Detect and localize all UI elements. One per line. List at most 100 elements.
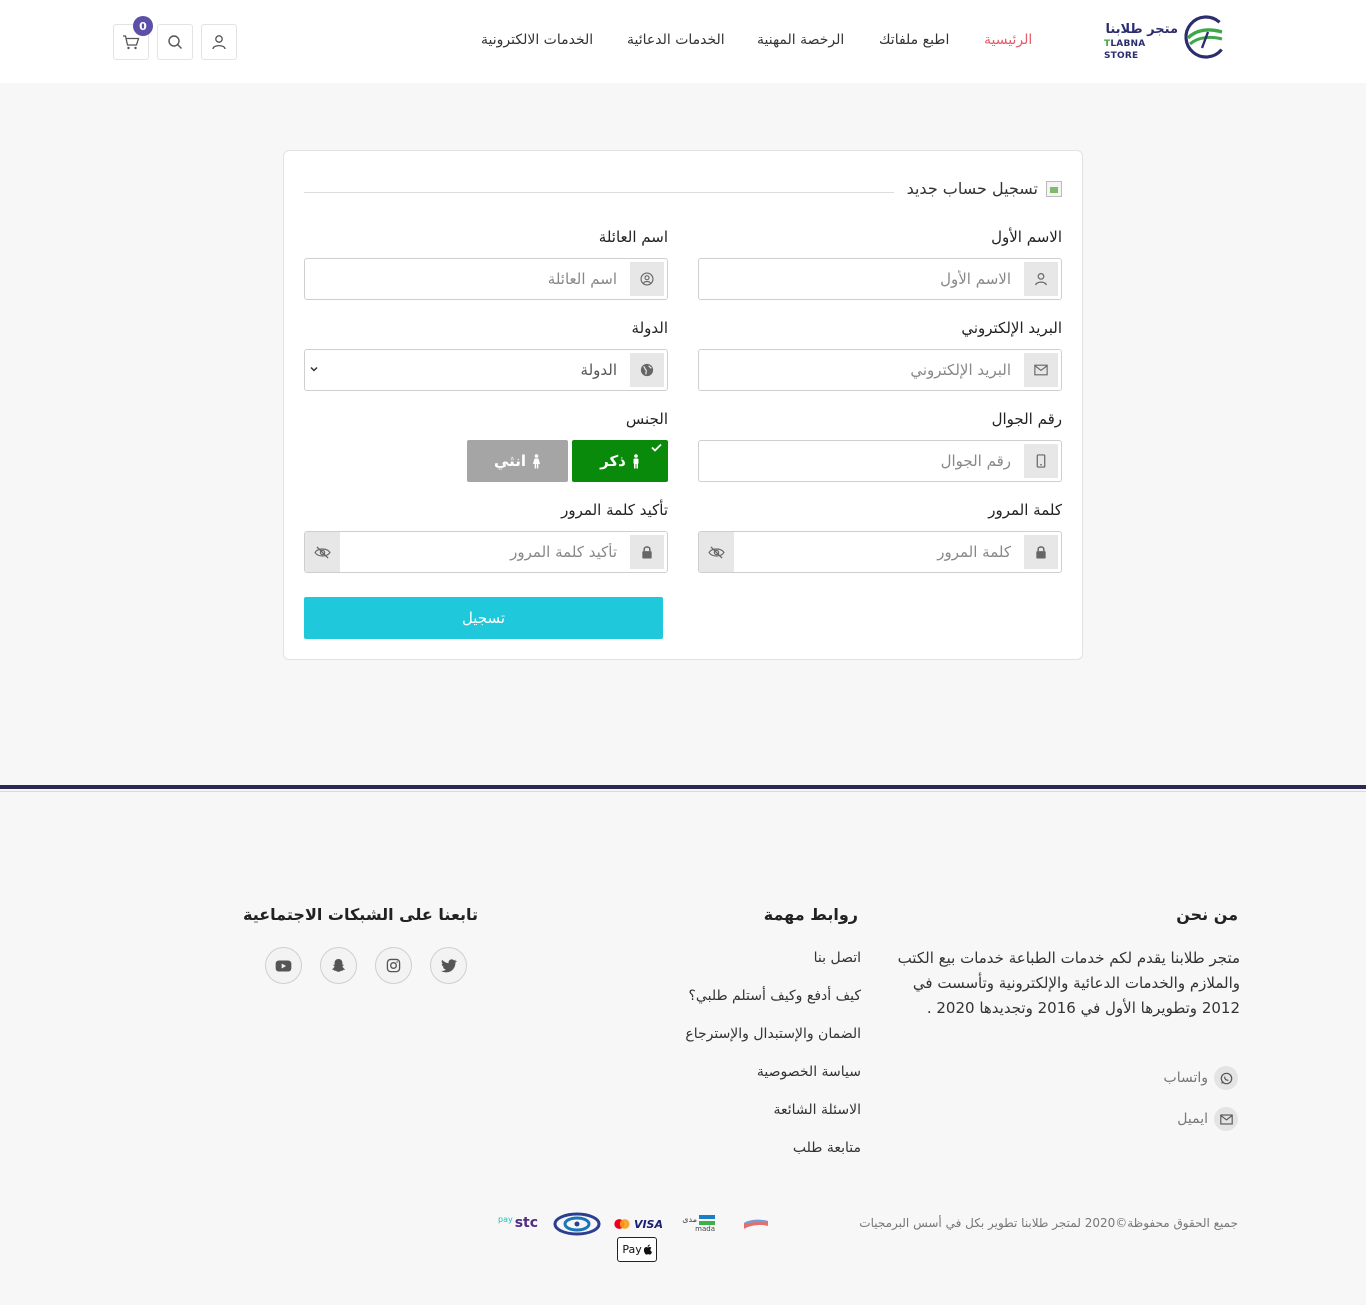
snapchat-icon bbox=[331, 958, 346, 972]
nav-print-files[interactable]: اطبع ملفاتك bbox=[879, 32, 949, 52]
search-icon bbox=[168, 35, 182, 49]
mastercard-icon bbox=[614, 1219, 630, 1229]
gender-female-button[interactable]: انثي bbox=[467, 440, 568, 482]
payment-flag-icon bbox=[741, 1215, 771, 1233]
eye-slash-icon bbox=[708, 545, 725, 559]
logo-text: متجر طلابنا TLABNA STORE bbox=[1104, 22, 1178, 62]
sadad-swirl-icon bbox=[553, 1212, 601, 1236]
mobile-label: رقم الجوال bbox=[991, 410, 1062, 428]
cart-icon bbox=[123, 35, 140, 50]
gender-male-button[interactable]: ذكر bbox=[572, 440, 668, 482]
mobile-phone-icon bbox=[1036, 454, 1046, 468]
stc-pay-label: pay bbox=[497, 1215, 513, 1224]
footer-link-how-to-pay[interactable]: كيف أدفع وكيف أستلم طلبي؟ bbox=[689, 988, 862, 1004]
gender-female-label: انثي bbox=[493, 452, 527, 470]
country-selected-value: الدولة bbox=[580, 361, 617, 379]
confirm-password-input[interactable] bbox=[347, 532, 617, 572]
apple-pay-logo: Pay bbox=[617, 1237, 657, 1262]
last-name-label: اسم العائلة bbox=[598, 228, 668, 246]
password-field bbox=[698, 531, 1062, 573]
country-addon bbox=[630, 353, 664, 387]
youtube-button[interactable] bbox=[265, 947, 302, 984]
footer-link-faq[interactable]: الاسئلة الشائعة bbox=[774, 1102, 862, 1118]
envelope-icon bbox=[1034, 364, 1048, 376]
mada-bars-icon bbox=[699, 1215, 715, 1225]
mobile-addon bbox=[1024, 444, 1058, 478]
email-input[interactable] bbox=[711, 350, 1011, 390]
nav-electronic-services[interactable]: الخدمات الالكترونية bbox=[481, 32, 593, 52]
footer-link-privacy[interactable]: سياسة الخصوصية bbox=[757, 1064, 861, 1080]
first-name-label: الاسم الأول bbox=[991, 228, 1062, 246]
apple-pay-label: Pay bbox=[622, 1243, 642, 1256]
user-icon bbox=[1035, 272, 1047, 286]
email-label: البريد الإلكتروني bbox=[961, 319, 1062, 337]
confirm-password-visibility-toggle[interactable] bbox=[305, 532, 340, 572]
footer-link-track-order[interactable]: متابعة طلب bbox=[793, 1140, 861, 1156]
cart-count-badge: 0 bbox=[133, 16, 153, 36]
about-text: متجر طلابنا يقدم لكم خدمات الطباعة خدمات… bbox=[897, 949, 1240, 1017]
mada-english-label: mada bbox=[695, 1225, 715, 1233]
email-field bbox=[698, 349, 1062, 391]
last-name-field bbox=[304, 258, 668, 300]
logo-english-name: TLABNA STORE bbox=[1104, 39, 1146, 61]
logo-mark-icon bbox=[1184, 15, 1228, 59]
email-link[interactable]: ايميل bbox=[1177, 1107, 1238, 1131]
twitter-button[interactable] bbox=[430, 947, 467, 984]
envelope-icon bbox=[1214, 1107, 1238, 1131]
last-name-input[interactable] bbox=[317, 259, 617, 299]
footer-top-border bbox=[0, 785, 1366, 789]
stc-label: stc bbox=[514, 1215, 539, 1231]
mobile-field bbox=[698, 440, 1062, 482]
stc-pay-logo: stc pay bbox=[496, 1215, 540, 1233]
store-logo[interactable]: متجر طلابنا TLABNA STORE bbox=[1104, 14, 1228, 62]
copyright-text: جميع الحقوق محفوظة©2020 لمتجر طلابنا تطو… bbox=[859, 1216, 1238, 1230]
nav-advertising-services[interactable]: الخدمات الدعائية bbox=[627, 32, 725, 52]
country-select[interactable]: الدولة bbox=[304, 349, 668, 391]
instagram-icon bbox=[386, 958, 401, 973]
account-button[interactable] bbox=[201, 24, 237, 60]
lock-icon bbox=[1036, 546, 1046, 559]
female-icon bbox=[533, 453, 541, 468]
twitter-icon bbox=[440, 958, 457, 972]
registration-card: تسجيل حساب جديد الاسم الأول اسم العائلة … bbox=[283, 150, 1083, 660]
social-heading: تابعنا على الشبكات الاجتماعية bbox=[242, 905, 478, 924]
footer-link-contact[interactable]: اتصل بنا bbox=[814, 950, 861, 966]
mada-logo: مدى mada bbox=[677, 1214, 715, 1234]
apple-icon bbox=[643, 1244, 652, 1255]
snapchat-button[interactable] bbox=[320, 947, 357, 984]
search-button[interactable] bbox=[157, 24, 193, 60]
password-input[interactable] bbox=[741, 532, 1011, 572]
form-title: تسجيل حساب جديد bbox=[907, 179, 1062, 198]
site-header: متجر طلابنا TLABNA STORE الرئيسية اطبع م… bbox=[0, 0, 1366, 83]
register-submit-button[interactable]: تسجيل bbox=[304, 597, 663, 639]
links-heading: روابط مهمة bbox=[763, 905, 858, 924]
check-icon bbox=[651, 443, 662, 452]
confirm-password-label: تأكيد كلمة المرور bbox=[561, 501, 668, 519]
first-name-addon bbox=[1024, 262, 1058, 296]
user-circle-icon bbox=[640, 272, 654, 286]
whatsapp-icon bbox=[1214, 1066, 1238, 1090]
confirm-password-addon bbox=[630, 535, 664, 569]
nav-home[interactable]: الرئيسية bbox=[984, 32, 1032, 52]
confirm-password-field bbox=[304, 531, 668, 573]
gender-male-label: ذكر bbox=[600, 452, 626, 470]
title-image-icon bbox=[1046, 180, 1062, 197]
instagram-button[interactable] bbox=[375, 947, 412, 984]
last-name-addon bbox=[630, 262, 664, 296]
first-name-input[interactable] bbox=[711, 259, 1011, 299]
first-name-field bbox=[698, 258, 1062, 300]
nav-professional-license[interactable]: الرخصة المهنية bbox=[757, 32, 844, 52]
male-icon bbox=[633, 453, 639, 468]
chevron-down-icon bbox=[310, 366, 318, 372]
footer-link-warranty[interactable]: الضمان والإستبدال والإسترجاع bbox=[685, 1026, 861, 1042]
about-heading: من نحن bbox=[1176, 905, 1238, 924]
title-divider bbox=[304, 192, 894, 193]
email-addon bbox=[1024, 353, 1058, 387]
mada-arabic-label: مدى bbox=[682, 1215, 697, 1224]
mobile-input[interactable] bbox=[711, 441, 1011, 481]
sadad-logo bbox=[552, 1211, 602, 1237]
whatsapp-link[interactable]: واتساب bbox=[1164, 1066, 1238, 1090]
password-visibility-toggle[interactable] bbox=[699, 532, 734, 572]
logo-arabic-name: متجر طلابنا bbox=[1105, 22, 1178, 37]
whatsapp-label: واتساب bbox=[1163, 1070, 1208, 1086]
